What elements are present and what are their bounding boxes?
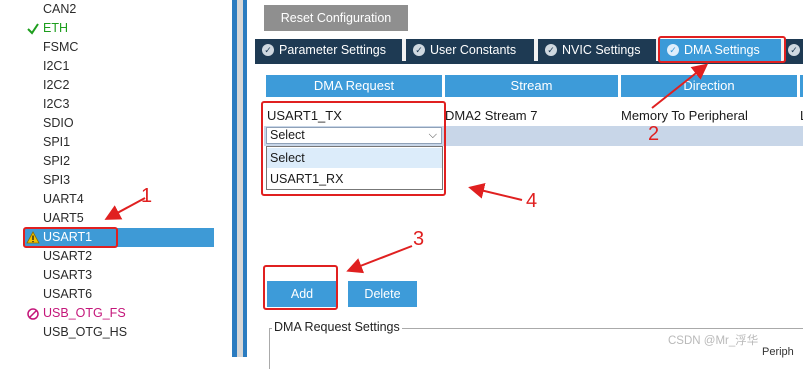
dropdown-option-usart1-rx[interactable]: USART1_RX [267, 169, 442, 189]
tree-item-label: USB_OTG_FS [43, 306, 126, 320]
column-header-direction[interactable]: Direction [621, 75, 797, 97]
tree-item-spi2[interactable]: SPI2 [24, 152, 214, 171]
select-value: Select [270, 128, 305, 142]
tree-item-label: SPI3 [43, 173, 71, 187]
reset-configuration-button[interactable]: Reset Configuration [264, 5, 408, 31]
annotation-number-2: 2 [648, 123, 660, 145]
tree-item-uart4[interactable]: UART4 [24, 190, 214, 209]
tree-item-sdio[interactable]: SDIO [24, 114, 214, 133]
tree-item-usart1[interactable]: USART1 [24, 228, 214, 247]
tree-item-can2[interactable]: CAN2 [24, 0, 214, 19]
table-row[interactable]: USART1_TX DMA2 Stream 7 Memory To Periph… [264, 106, 803, 126]
tree-item-label: I2C1 [43, 59, 70, 73]
tree-item-i2c2[interactable]: I2C2 [24, 76, 214, 95]
tree-item-i2c3[interactable]: I2C3 [24, 95, 214, 114]
tab-label: NVIC Settings [562, 43, 641, 57]
column-header-dma-request[interactable]: DMA Request [266, 75, 442, 97]
tree-item-label: UART4 [43, 192, 84, 206]
tree-item-spi3[interactable]: SPI3 [24, 171, 214, 190]
delete-button[interactable]: Delete [348, 281, 417, 307]
cell-direction: Memory To Peripheral [621, 108, 748, 123]
tab-underline [255, 61, 803, 64]
tree-item-label: SDIO [43, 116, 74, 130]
tree-item-label: USART2 [43, 249, 93, 263]
tab-label: DMA Settings [684, 43, 760, 57]
cell-stream: DMA2 Stream 7 [445, 108, 538, 123]
peripheral-tree: CAN2 ETH FSMC I2C1 I2C2 I2C3 SDIO SPI1 S… [0, 0, 232, 357]
configuration-panel: Reset Configuration ✓ Parameter Settings … [247, 0, 803, 369]
check-icon: ✓ [413, 44, 425, 56]
tree-item-label: I2C3 [43, 97, 70, 111]
tree-item-label: USART6 [43, 287, 93, 301]
tab-user-constants[interactable]: ✓ User Constants [406, 39, 534, 61]
warning-icon [26, 228, 40, 247]
dma-request-select[interactable]: Select ⌵ [266, 127, 442, 144]
tree-item-eth[interactable]: ETH [24, 19, 214, 38]
tree-item-label: I2C2 [43, 78, 70, 92]
cell-dma-request: USART1_TX [267, 108, 342, 123]
blocked-icon [26, 304, 40, 323]
tree-item-spi1[interactable]: SPI1 [24, 133, 214, 152]
tab-label: User Constants [430, 43, 517, 57]
check-icon: ✓ [667, 44, 679, 56]
check-icon: ✓ [545, 44, 557, 56]
tab-nvic-settings[interactable]: ✓ NVIC Settings [538, 39, 656, 61]
tree-item-usart6[interactable]: USART6 [24, 285, 214, 304]
annotation-number-1: 1 [141, 185, 153, 207]
tree-item-usb-otg-hs[interactable]: USB_OTG_HS [24, 323, 214, 342]
tab-overflow[interactable]: ✓ [785, 39, 803, 61]
tree-item-label: SPI2 [43, 154, 71, 168]
tree-item-label: UART5 [43, 211, 84, 225]
tree-item-label: FSMC [43, 40, 79, 54]
watermark: CSDN @Mr_浮华 [668, 335, 759, 347]
tree-item-i2c1[interactable]: I2C1 [24, 57, 214, 76]
tab-label: Parameter Settings [279, 43, 386, 57]
tree-item-label: USART1 [43, 230, 93, 244]
tree-item-label: ETH [43, 21, 68, 35]
tree-item-uart5[interactable]: UART5 [24, 209, 214, 228]
tree-item-fsmc[interactable]: FSMC [24, 38, 214, 57]
dropdown-option-select[interactable]: Select [267, 148, 442, 168]
tab-parameter-settings[interactable]: ✓ Parameter Settings [255, 39, 402, 61]
tree-item-label: USB_OTG_HS [43, 325, 128, 339]
check-icon [26, 19, 40, 38]
annotation-number-3: 3 [413, 228, 425, 250]
tree-item-usart2[interactable]: USART2 [24, 247, 214, 266]
add-button[interactable]: Add [267, 281, 337, 307]
tree-item-label: CAN2 [43, 2, 77, 16]
tree-item-usart3[interactable]: USART3 [24, 266, 214, 285]
tree-item-label: SPI1 [43, 135, 71, 149]
column-header-stream[interactable]: Stream [445, 75, 618, 97]
dma-request-dropdown: Select USART1_RX [266, 146, 443, 190]
config-tabs: ✓ Parameter Settings ✓ User Constants ✓ NVI… [255, 39, 803, 61]
group-title: DMA Request Settings [272, 320, 402, 334]
annotation-number-4: 4 [526, 190, 538, 212]
check-icon: ✓ [262, 44, 274, 56]
peripheral-label-partial: Periph [762, 346, 794, 358]
tree-item-label: USART3 [43, 268, 93, 282]
tree-item-usb-otg-fs[interactable]: USB_OTG_FS [24, 304, 214, 323]
check-icon: ✓ [788, 44, 800, 56]
tab-dma-settings[interactable]: ✓ DMA Settings [660, 39, 781, 61]
chevron-down-icon[interactable]: ⌵ [429, 128, 437, 143]
